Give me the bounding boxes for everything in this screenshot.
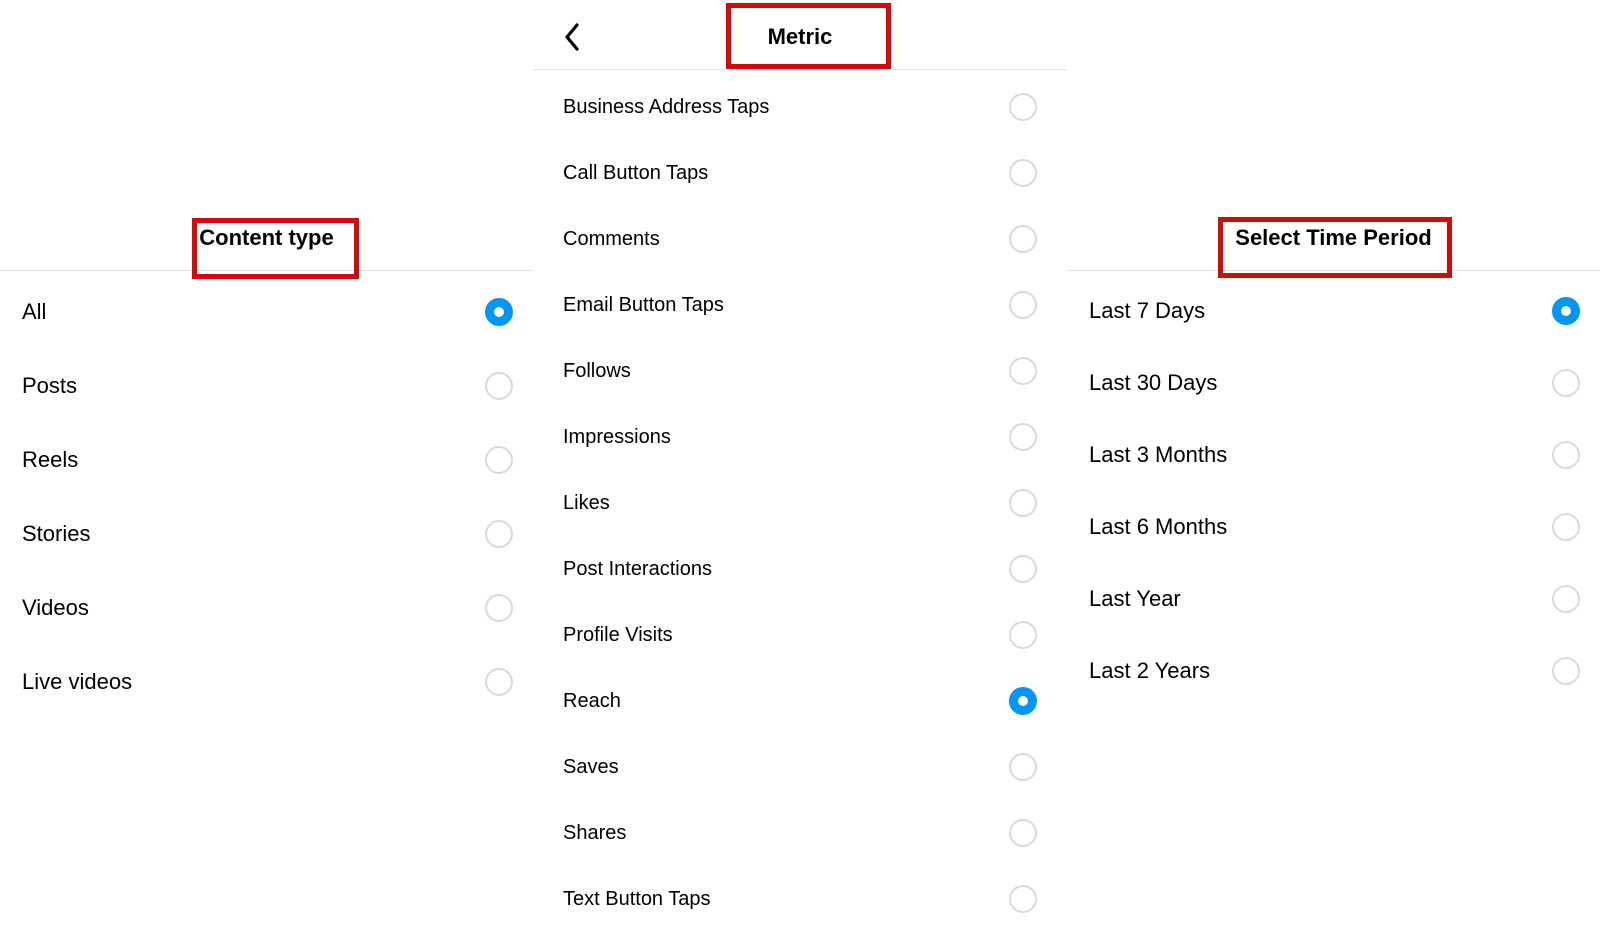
metric-option[interactable]: Profile Visits [533, 602, 1067, 668]
metric-option[interactable]: Shares [533, 800, 1067, 866]
radio-icon[interactable] [1009, 93, 1037, 121]
time-period-option[interactable]: Last 3 Months [1067, 419, 1600, 491]
radio-icon[interactable] [1009, 687, 1037, 715]
content-type-option-label: Stories [22, 521, 90, 547]
content-type-option-label: All [22, 299, 46, 325]
metric-option-label: Profile Visits [563, 624, 673, 647]
content-type-option-label: Live videos [22, 669, 132, 695]
content-type-option-label: Posts [22, 373, 77, 399]
content-type-option-label: Reels [22, 447, 78, 473]
radio-icon[interactable] [485, 668, 513, 696]
metric-option[interactable]: Call Button Taps [533, 140, 1067, 206]
metric-option-label: Business Address Taps [563, 96, 769, 119]
metric-option-label: Comments [563, 228, 660, 251]
radio-icon[interactable] [1009, 225, 1037, 253]
content-type-option[interactable]: All [0, 275, 533, 349]
content-type-option[interactable]: Live videos [0, 645, 533, 719]
content-type-option[interactable]: Posts [0, 349, 533, 423]
radio-icon[interactable] [1552, 585, 1580, 613]
metric-option[interactable]: Comments [533, 206, 1067, 272]
time-period-option[interactable]: Last 7 Days [1067, 275, 1600, 347]
time-period-option[interactable]: Last 2 Years [1067, 635, 1600, 707]
radio-icon[interactable] [1009, 819, 1037, 847]
radio-icon[interactable] [1552, 297, 1580, 325]
time-period-option-label: Last Year [1089, 586, 1181, 612]
highlight-content-type [192, 218, 359, 279]
metric-option-label: Text Button Taps [563, 888, 711, 911]
time-period-option[interactable]: Last Year [1067, 563, 1600, 635]
content-type-option[interactable]: Reels [0, 423, 533, 497]
metric-option-label: Shares [563, 822, 626, 845]
radio-icon[interactable] [485, 520, 513, 548]
metric-option[interactable]: Business Address Taps [533, 74, 1067, 140]
metric-option[interactable]: Follows [533, 338, 1067, 404]
panel-metric: Metric Business Address TapsCall Button … [533, 0, 1067, 932]
radio-icon[interactable] [485, 298, 513, 326]
metric-option[interactable]: Post Interactions [533, 536, 1067, 602]
radio-icon[interactable] [1009, 555, 1037, 583]
radio-icon[interactable] [1552, 441, 1580, 469]
panel-time-period: Select Time Period Last 7 DaysLast 30 Da… [1067, 0, 1600, 707]
metric-option-label: Saves [563, 756, 619, 779]
time-period-option-label: Last 7 Days [1089, 298, 1205, 324]
metric-option[interactable]: Impressions [533, 404, 1067, 470]
metric-option[interactable]: Likes [533, 470, 1067, 536]
metric-option-label: Reach [563, 690, 621, 713]
highlight-metric [726, 3, 891, 69]
time-period-option-label: Last 6 Months [1089, 514, 1227, 540]
metric-option-label: Post Interactions [563, 558, 712, 581]
metric-option-label: Call Button Taps [563, 162, 708, 185]
content-type-list: All Posts Reels Stories Videos Live videos [0, 275, 533, 719]
radio-icon[interactable] [1552, 657, 1580, 685]
metric-option-label: Email Button Taps [563, 294, 724, 317]
metric-list: Business Address Taps Call Button Taps Com… [533, 74, 1067, 932]
metric-option[interactable]: Reach [533, 668, 1067, 734]
highlight-time-period [1218, 217, 1452, 278]
time-period-list: Last 7 Days Last 30 Days Last 3 Months Last… [1067, 275, 1600, 707]
panel-content-type: Content type AllPostsReelsStoriesVideosL… [0, 0, 533, 719]
time-period-option[interactable]: Last 30 Days [1067, 347, 1600, 419]
metric-option[interactable]: Text Button Taps [533, 866, 1067, 932]
content-type-option[interactable]: Videos [0, 571, 533, 645]
radio-icon[interactable] [485, 446, 513, 474]
radio-icon[interactable] [485, 372, 513, 400]
radio-icon[interactable] [1009, 357, 1037, 385]
radio-icon[interactable] [1552, 513, 1580, 541]
radio-icon[interactable] [1009, 621, 1037, 649]
chevron-left-icon [563, 22, 581, 52]
metric-option[interactable]: Saves [533, 734, 1067, 800]
time-period-option-label: Last 3 Months [1089, 442, 1227, 468]
radio-icon[interactable] [1009, 489, 1037, 517]
time-period-option-label: Last 30 Days [1089, 370, 1217, 396]
metric-option[interactable]: Email Button Taps [533, 272, 1067, 338]
time-period-option[interactable]: Last 6 Months [1067, 491, 1600, 563]
metric-option-label: Likes [563, 492, 610, 515]
radio-icon[interactable] [1009, 753, 1037, 781]
radio-icon[interactable] [1009, 423, 1037, 451]
back-button[interactable] [563, 22, 581, 52]
radio-icon[interactable] [1552, 369, 1580, 397]
content-type-option-label: Videos [22, 595, 89, 621]
radio-icon[interactable] [1009, 885, 1037, 913]
content-type-option[interactable]: Stories [0, 497, 533, 571]
time-period-option-label: Last 2 Years [1089, 658, 1210, 684]
metric-option-label: Follows [563, 360, 631, 383]
radio-icon[interactable] [1009, 291, 1037, 319]
metric-option-label: Impressions [563, 426, 671, 449]
radio-icon[interactable] [1009, 159, 1037, 187]
radio-icon[interactable] [485, 594, 513, 622]
